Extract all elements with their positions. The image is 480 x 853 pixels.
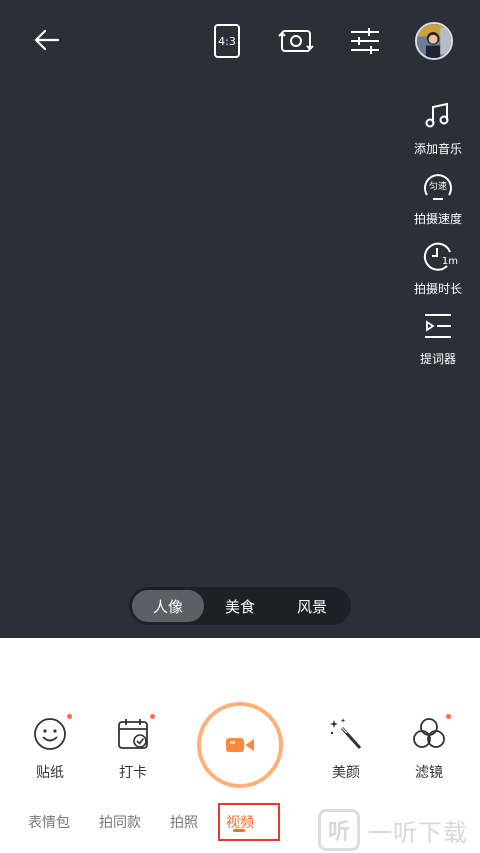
add-music-label: 添加音乐 <box>413 142 462 156</box>
aspect-ratio-label: 4:3 <box>214 24 240 58</box>
arrow-left-icon <box>34 29 60 51</box>
record-button[interactable] <box>197 702 283 788</box>
music-note-icon <box>425 102 449 128</box>
teleprompter-button[interactable]: 提词器 <box>418 306 458 376</box>
mode-tabs: 表情包 拍同款 拍照 视频 <box>0 808 330 838</box>
sticker-label: 贴纸 <box>36 765 64 781</box>
mode-tab-same-style[interactable]: 拍同款 <box>99 812 141 832</box>
shoot-duration-button[interactable]: 1m 拍摄时长 <box>414 236 462 306</box>
settings-button[interactable] <box>347 24 383 58</box>
smiley-icon <box>34 718 66 750</box>
duration-badge: 1m <box>441 256 458 267</box>
filter-label: 滤镜 <box>415 765 443 781</box>
calendar-check-icon <box>118 719 148 749</box>
sliders-icon <box>351 28 379 54</box>
checkin-label: 打卡 <box>119 765 147 781</box>
user-avatar[interactable] <box>415 22 453 60</box>
side-tool-column: 添加音乐 匀速 拍摄速度 1m 拍摄时长 提词器 <box>406 96 470 376</box>
teleprompter-icon <box>425 314 451 338</box>
filter-circles-icon <box>413 718 445 748</box>
watermark-text: 一听下载 <box>368 818 468 847</box>
shoot-speed-button[interactable]: 匀速 拍摄速度 <box>414 166 462 236</box>
scene-food[interactable]: 美食 <box>204 590 276 622</box>
sticker-button[interactable]: 贴纸 <box>18 714 82 782</box>
filter-button[interactable]: 滤镜 <box>397 714 461 782</box>
video-camera-icon <box>226 738 254 752</box>
checkin-button[interactable]: 打卡 <box>101 714 165 782</box>
teleprompter-label: 提词器 <box>419 352 456 366</box>
add-music-button[interactable]: 添加音乐 <box>414 96 462 166</box>
magic-wand-icon <box>330 718 362 750</box>
scene-portrait[interactable]: 人像 <box>132 590 204 622</box>
scene-landscape[interactable]: 风景 <box>276 590 348 622</box>
flip-camera-button[interactable] <box>277 24 315 58</box>
camera-viewfinder[interactable]: 4:3 添加音乐 匀速 拍摄速度 1m 拍摄时长 提词器 人像 美食 风景 <box>0 0 480 638</box>
mode-tab-photo[interactable]: 拍照 <box>170 812 198 832</box>
filter-new-dot <box>446 714 451 719</box>
shoot-speed-label: 拍摄速度 <box>413 212 462 226</box>
watermark-logo: 听 <box>318 809 360 851</box>
video-tab-highlight-box <box>218 803 280 841</box>
mode-tab-meme[interactable]: 表情包 <box>28 812 70 832</box>
shoot-duration-label: 拍摄时长 <box>413 282 462 296</box>
site-watermark: 听 一听下载 <box>318 808 468 852</box>
beauty-label: 美颜 <box>332 765 360 781</box>
speed-badge: 匀速 <box>428 182 447 192</box>
aspect-ratio-button[interactable]: 4:3 <box>210 22 244 60</box>
checkin-new-dot <box>150 714 155 719</box>
beauty-button[interactable]: 美颜 <box>314 714 378 782</box>
back-button[interactable] <box>28 22 64 58</box>
avatar <box>417 24 451 58</box>
sticker-new-dot <box>67 714 72 719</box>
camera-flip-icon <box>278 30 314 52</box>
scene-selector: 人像 美食 风景 <box>129 587 351 625</box>
